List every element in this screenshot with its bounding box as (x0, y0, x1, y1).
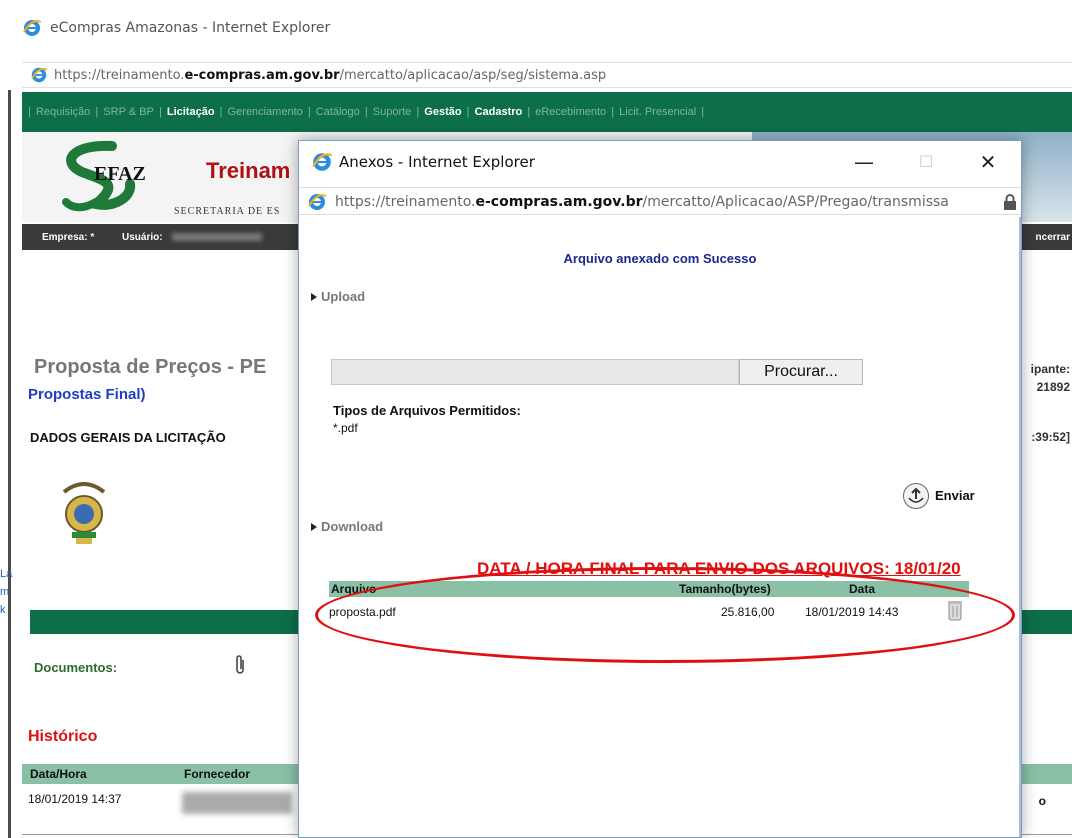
left-fragments: La m k (0, 568, 13, 616)
upload-icon (903, 483, 929, 509)
ie-icon (30, 66, 48, 89)
close-button[interactable]: ✕ (965, 145, 1011, 179)
nav-licit-presencial[interactable]: Licit. Presencial (619, 106, 696, 118)
nav-erecebimento[interactable]: eRecebimento (535, 106, 606, 118)
top-nav: | Requisição | SRP & BP | Licitação | Ge… (22, 92, 1072, 132)
sefaz-logo: EFAZ (62, 140, 146, 212)
browser-title: eCompras Amazonas - Internet Explorer (50, 20, 331, 36)
empresa-label: Empresa: * (42, 232, 95, 243)
allowed-types-value: *.pdf (333, 421, 358, 435)
lock-icon[interactable] (1003, 194, 1017, 215)
file-path-input[interactable] (331, 359, 739, 385)
time-fragment: :39:52] (1031, 430, 1070, 444)
col-data-hora: Data/Hora (30, 767, 87, 781)
section-title: DADOS GERAIS DA LICITAÇÃO (30, 430, 226, 445)
file-size: 25.816,00 (721, 605, 775, 619)
participante-number: 21892 (1036, 380, 1070, 394)
participante-label: ipante: (1030, 362, 1070, 376)
hist-date: 18/01/2019 14:37 (28, 792, 122, 806)
address-bar[interactable]: https://treinamento.e-compras.am.gov.br/… (22, 62, 1072, 88)
nav-gestao[interactable]: Gestão (424, 106, 461, 118)
popup-titlebar: Anexos - Internet Explorer — ☐ ✕ (299, 141, 1021, 185)
browse-button[interactable]: Procurar... (739, 359, 863, 385)
ie-icon (311, 151, 333, 178)
download-section-toggle[interactable]: Download (311, 519, 383, 534)
page-title: Proposta de Preços - PE (34, 356, 267, 378)
trash-icon[interactable] (947, 599, 963, 626)
historico-title: Histórico (28, 728, 98, 745)
col-data: Data (849, 582, 876, 596)
coat-of-arms (62, 482, 106, 544)
hist-fornecedor-redacted (182, 792, 292, 814)
site-title: Treinam (206, 158, 291, 183)
nav-srp-bp[interactable]: SRP & BP (103, 106, 154, 118)
address-url: https://treinamento.e-compras.am.gov.br/… (54, 68, 607, 83)
nav-cadastro[interactable]: Cadastro (475, 106, 523, 118)
file-name[interactable]: proposta.pdf (329, 605, 396, 619)
nav-catalogo[interactable]: Catálogo (316, 106, 360, 118)
nav-gerenciamento[interactable]: Gerenciamento (228, 106, 303, 118)
deadline-notice: DATA / HORA FINAL PARA ENVIO DOS ARQUIVO… (477, 559, 961, 578)
hist-right-fragment: o (1038, 794, 1046, 808)
nav-licitacao[interactable]: Licitação (167, 106, 215, 118)
page-subtitle: Propostas Final) (28, 386, 146, 403)
popup-title: Anexos - Internet Explorer (339, 153, 535, 171)
file-date: 18/01/2019 14:43 (805, 605, 899, 619)
nav-suporte[interactable]: Suporte (373, 106, 412, 118)
triangle-right-icon (311, 523, 317, 531)
col-tamanho: Tamanho(bytes) (679, 582, 771, 596)
anexos-popup: Anexos - Internet Explorer — ☐ ✕ https:/… (298, 140, 1022, 838)
success-message: Arquivo anexado com Sucesso (563, 251, 757, 266)
maximize-button[interactable]: ☐ (903, 145, 949, 179)
browser-titlebar: eCompras Amazonas - Internet Explorer (0, 0, 1072, 56)
ie-icon (22, 18, 42, 43)
ie-icon (307, 192, 327, 217)
col-arquivo: Arquivo (331, 582, 377, 596)
popup-url: https://treinamento.e-compras.am.gov.br/… (335, 194, 949, 210)
window-edge (8, 90, 11, 838)
allowed-types-title: Tipos de Arquivos Permitidos: (333, 403, 521, 418)
upload-section-toggle[interactable]: Upload (311, 289, 365, 304)
usuario-value-redacted (172, 233, 262, 241)
encerrar-link[interactable]: ncerrar (1036, 232, 1070, 243)
popup-address-bar[interactable]: https://treinamento.e-compras.am.gov.br/… (299, 187, 1021, 215)
site-subtitle: SECRETARIA DE ES (174, 206, 281, 217)
triangle-right-icon (311, 293, 317, 301)
send-button[interactable]: Enviar (903, 483, 1013, 509)
minimize-button[interactable]: — (841, 145, 887, 179)
nav-requisicao[interactable]: Requisição (36, 106, 90, 118)
popup-scroll-edge (1019, 217, 1021, 837)
usuario-label: Usuário: (122, 232, 163, 243)
documentos-label: Documentos: (34, 660, 118, 675)
send-label: Enviar (935, 488, 975, 503)
file-table-header: Arquivo Tamanho(bytes) Data (329, 581, 969, 597)
popup-body: Arquivo anexado com Sucesso Upload Procu… (305, 217, 1015, 837)
paperclip-icon[interactable] (234, 654, 246, 681)
col-fornecedor: Fornecedor (184, 767, 251, 781)
svg-text:EFAZ: EFAZ (94, 163, 146, 185)
